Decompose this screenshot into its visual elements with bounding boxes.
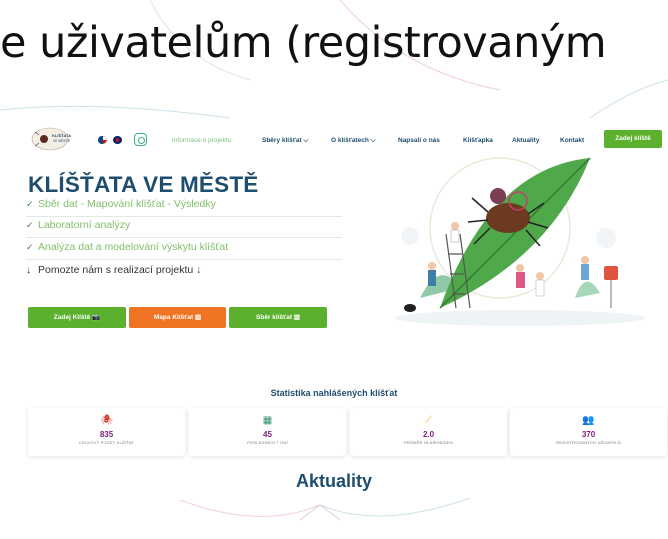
uk-flag-icon[interactable] bbox=[113, 136, 122, 144]
stat-value: 45 bbox=[263, 430, 272, 439]
mapa-klistat-button[interactable]: Mapa Klíšťat ▥ bbox=[129, 307, 226, 328]
svg-text:KLÍŠŤATA: KLÍŠŤATA bbox=[52, 133, 71, 138]
zadej-kliste-button[interactable]: Zadej Klíště 📷 bbox=[28, 307, 126, 328]
stats-title: Statistika nahlášených klíšťat bbox=[270, 388, 398, 398]
stat-label: REGISTROVANÝCH UŽIVATELŮ bbox=[556, 440, 621, 445]
nav-link-kontakt[interactable]: Kontakt bbox=[560, 137, 584, 144]
website-screenshot: KLÍŠŤATA VE MĚSTĚ Informace o projektu S… bbox=[0, 118, 668, 539]
stat-value: 370 bbox=[581, 430, 596, 439]
hero-list-item: ✓ Laboratorní analýzy bbox=[26, 219, 342, 238]
news-title: Aktuality bbox=[295, 471, 373, 491]
check-icon: ✓ bbox=[26, 199, 34, 209]
caption-text: e uživatelům (registrovaným bbox=[0, 18, 607, 68]
stat-label: PRŮMĚR HLÁŠENÍ/DEN bbox=[404, 440, 453, 445]
hero-list-item: ✓ Analýza dat a modelování výskytu klíšťa… bbox=[26, 241, 342, 260]
nav-link-klistapka[interactable]: Klíšťapka bbox=[463, 137, 493, 144]
svg-text:VE MĚSTĚ: VE MĚSTĚ bbox=[53, 138, 71, 143]
stat-value: 835 bbox=[99, 430, 114, 439]
sber-klistat-button[interactable]: Sběr klíšťat ▥ bbox=[229, 307, 327, 328]
nav-link-napsali[interactable]: Napsali o nás bbox=[398, 137, 440, 144]
hero-illustration bbox=[395, 157, 645, 326]
calendar-icon: ▦ bbox=[262, 415, 273, 426]
hero-help-text: ↓ Pomozte nám s realizací projektu ↓ bbox=[26, 264, 202, 276]
stat-label: POSLEDNÍCH 7 DNÍ bbox=[247, 440, 288, 445]
hero-title: KLÍŠŤATA VE MĚSTĚ bbox=[28, 172, 259, 197]
arrow-down-icon: ↓ bbox=[26, 265, 31, 276]
site-logo[interactable]: KLÍŠŤATA VE MĚSTĚ bbox=[30, 124, 82, 154]
zadej-kliste-nav-button[interactable]: Zadej klíště bbox=[604, 130, 662, 148]
instagram-icon[interactable] bbox=[134, 133, 147, 146]
users-icon: 👥 bbox=[582, 415, 595, 426]
tick-icon: 🕷 bbox=[100, 415, 113, 426]
hero-list-item: ✓ Sběr dat - Mapování klíšťat - Výsledky bbox=[26, 198, 342, 217]
stat-card-total: 🕷 835 CELKOVÝ POČET KLÍŠŤAT bbox=[28, 408, 185, 456]
check-icon: ✓ bbox=[26, 220, 34, 230]
nav-link-aktuality[interactable]: Aktuality bbox=[512, 137, 539, 144]
stat-value: 2.0 bbox=[422, 430, 435, 439]
check-icon: ✓ bbox=[26, 242, 34, 252]
stat-card-average: ⟋ 2.0 PRŮMĚR HLÁŠENÍ/DEN bbox=[350, 408, 507, 456]
nav-link-o-klistatech[interactable]: O klíšťatech ⌵ bbox=[331, 137, 376, 145]
stat-card-users: 👥 370 REGISTROVANÝCH UŽIVATELŮ bbox=[510, 408, 667, 456]
nav-link-sbery[interactable]: Sběry klíšťat ⌵ bbox=[262, 137, 308, 145]
chart-icon: ⟋ bbox=[425, 415, 432, 426]
stat-card-last-7-days: ▦ 45 POSLEDNÍCH 7 DNÍ bbox=[189, 408, 346, 456]
stat-label: CELKOVÝ POČET KLÍŠŤAT bbox=[79, 440, 134, 445]
nav-link-informace[interactable]: Informace o projektu bbox=[172, 137, 231, 144]
cz-flag-icon[interactable] bbox=[98, 136, 107, 144]
